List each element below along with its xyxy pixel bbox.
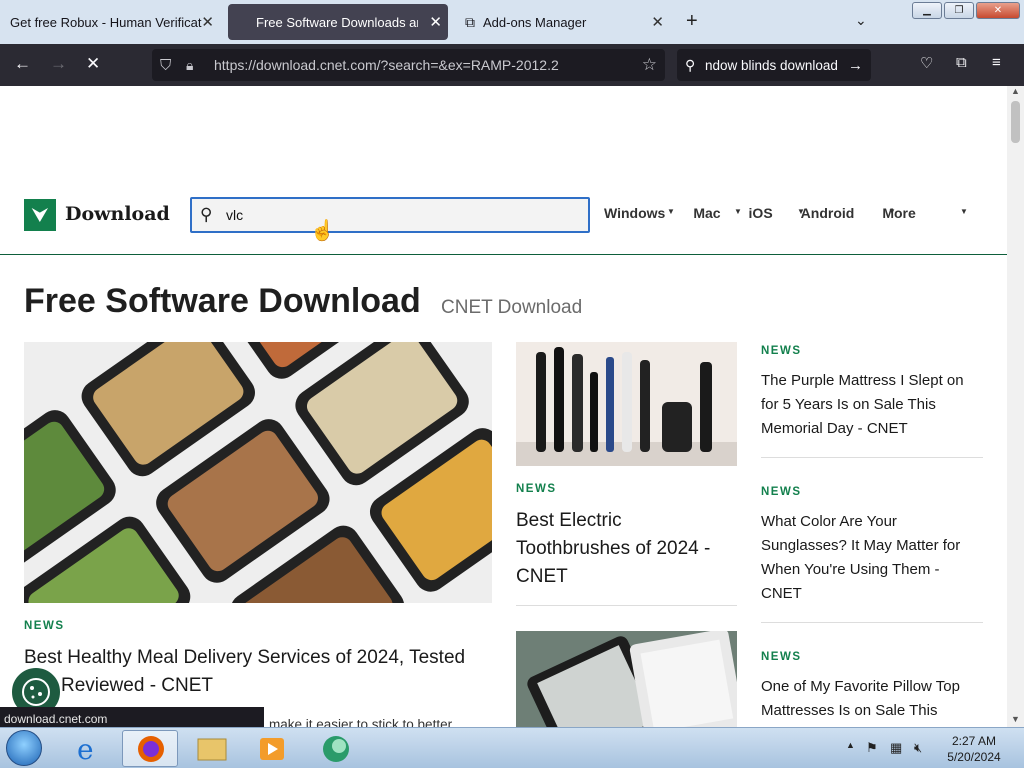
nav-mac[interactable]: Mac (693, 205, 720, 221)
clock-date: 5/20/2024 (947, 750, 1001, 764)
news-tag: NEWS (761, 651, 802, 663)
scroll-up-icon[interactable]: ▲ (1011, 86, 1020, 96)
ereader-image[interactable] (516, 631, 737, 727)
tab-title: Get free Robux - Human Verification (10, 14, 202, 30)
pocket-icon[interactable]: ♡ (920, 54, 933, 72)
article-snippet: make it easier to stick to better (269, 717, 453, 727)
scrollbar-thumb[interactable] (1011, 101, 1020, 143)
puzzle-icon: ⧉ (465, 13, 475, 30)
page-title: Free Software Download (24, 282, 421, 320)
site-search-input[interactable]: ⚲ vlc (190, 197, 590, 233)
explorer-taskbar-icon[interactable] (184, 730, 240, 767)
close-window-button[interactable]: ✕ (976, 2, 1020, 19)
search-icon: ⚲ (685, 56, 696, 73)
news-tag: NEWS (516, 483, 557, 495)
lock-icon[interactable]: 🔒︎ (186, 57, 193, 74)
close-icon[interactable]: ✕ (201, 13, 214, 31)
restore-button[interactable]: ❐ (944, 2, 974, 19)
tab-cnet[interactable]: Free Software Downloads and Reviews ✕ (228, 4, 448, 40)
new-tab-button[interactable]: + (686, 10, 698, 33)
minimize-button[interactable]: ▁ (912, 2, 942, 19)
svg-text:e: e (77, 733, 94, 766)
flag-icon[interactable]: ⚑ (866, 740, 878, 756)
divider (516, 605, 737, 606)
stop-icon[interactable]: ✕ (86, 54, 100, 74)
caret-down-icon: ▼ (888, 207, 896, 216)
search-icon: ⚲ (200, 205, 213, 224)
network-icon[interactable]: ▦ (890, 740, 902, 756)
shield-icon[interactable]: ⛉ (160, 57, 171, 74)
caret-down-icon: ▼ (960, 207, 968, 216)
arrow-right-icon[interactable]: → (848, 57, 863, 74)
app-taskbar-icon[interactable] (308, 730, 364, 767)
nav-toolbar: ← → ✕ ⛉ 🔒︎ https://download.cnet.com/?se… (0, 44, 1024, 86)
nav-ios[interactable]: iOS (749, 205, 773, 221)
article-headline[interactable]: What Color Are Your Sunglasses? It May M… (761, 510, 983, 606)
caret-down-icon: ▼ (797, 207, 805, 216)
url-bar[interactable]: ⛉ 🔒︎ https://download.cnet.com/?search=&… (152, 49, 665, 81)
ie-taskbar-icon[interactable]: e (62, 730, 118, 767)
search-text: ndow blinds download (705, 57, 838, 73)
back-icon[interactable]: ← (14, 54, 31, 74)
clock[interactable]: 2:27 AM 5/20/2024 (944, 733, 1004, 765)
tab-robux[interactable]: Get free Robux - Human Verification ✕ (0, 0, 220, 44)
caret-down-icon: ▼ (667, 207, 675, 216)
start-button[interactable] (6, 730, 42, 766)
firefox-taskbar-icon[interactable] (122, 730, 178, 767)
tab-title: Free Software Downloads and Reviews (256, 14, 418, 30)
scroll-down-icon[interactable]: ▼ (1011, 714, 1020, 724)
nav-android[interactable]: Android (801, 205, 855, 221)
meal-delivery-image[interactable] (24, 342, 492, 603)
media-player-taskbar-icon[interactable] (244, 730, 300, 767)
url-text: https://download.cnet.com/?search=&ex=RA… (214, 57, 559, 73)
window-controls: ▁ ❐ ✕ (912, 2, 1020, 19)
article-headline[interactable]: One of My Favorite Pillow Top Mattresses… (761, 675, 983, 723)
web-page: ⮟ Download ⚲ vlc Windows Mac iOS Android… (0, 86, 1007, 727)
download-logo-icon[interactable]: ⮟ (24, 199, 56, 231)
page-subtitle: CNET Download (441, 297, 583, 318)
pointer-cursor-icon: ☝ (310, 220, 335, 242)
article-headline[interactable]: The Purple Mattress I Slept on for 5 Yea… (761, 369, 983, 441)
clock-time: 2:27 AM (951, 734, 997, 748)
article-headline[interactable]: Best Electric Toothbrushes of 2024 - CNE… (516, 507, 736, 591)
status-bar: download.cnet.com (0, 707, 264, 729)
page-scrollbar[interactable]: ▲ ▼ (1007, 86, 1024, 727)
show-hidden-icons-icon[interactable]: ▲ (846, 740, 855, 750)
browser-search-input[interactable]: ⚲ ndow blinds download → (677, 49, 871, 81)
extensions-icon[interactable]: ⧉ (956, 54, 967, 71)
nav-windows[interactable]: Windows (604, 205, 665, 221)
forward-icon[interactable]: → (50, 54, 67, 74)
chevron-down-icon[interactable]: ⌄ (855, 12, 867, 29)
news-tag: NEWS (761, 486, 802, 498)
site-search-text: vlc (226, 207, 244, 223)
divider (761, 457, 983, 458)
tab-strip: Get free Robux - Human Verification ✕ Fr… (0, 0, 1024, 44)
news-tag: NEWS (761, 345, 802, 357)
volume-muted-icon[interactable]: 🔇︎ (914, 740, 922, 756)
taskbar: e ▲ ⚑ ▦ 🔇︎ 2:27 AM 5/20/2024 (0, 727, 1024, 768)
caret-down-icon: ▼ (734, 207, 742, 216)
menu-icon[interactable]: ≡ (992, 54, 1001, 71)
tab-addons[interactable]: ⧉ Add-ons Manager ✕ (455, 0, 670, 44)
tab-title: Add-ons Manager (483, 14, 587, 30)
article-headline[interactable]: Best Healthy Meal Delivery Services of 2… (24, 644, 494, 700)
divider (761, 622, 983, 623)
bookmark-star-icon[interactable]: ☆ (642, 55, 657, 75)
toothbrush-image[interactable] (516, 342, 737, 466)
news-tag: NEWS (24, 620, 65, 632)
close-icon[interactable]: ✕ (651, 13, 664, 31)
close-icon[interactable]: ✕ (429, 13, 442, 31)
site-logo[interactable]: Download (65, 203, 170, 225)
